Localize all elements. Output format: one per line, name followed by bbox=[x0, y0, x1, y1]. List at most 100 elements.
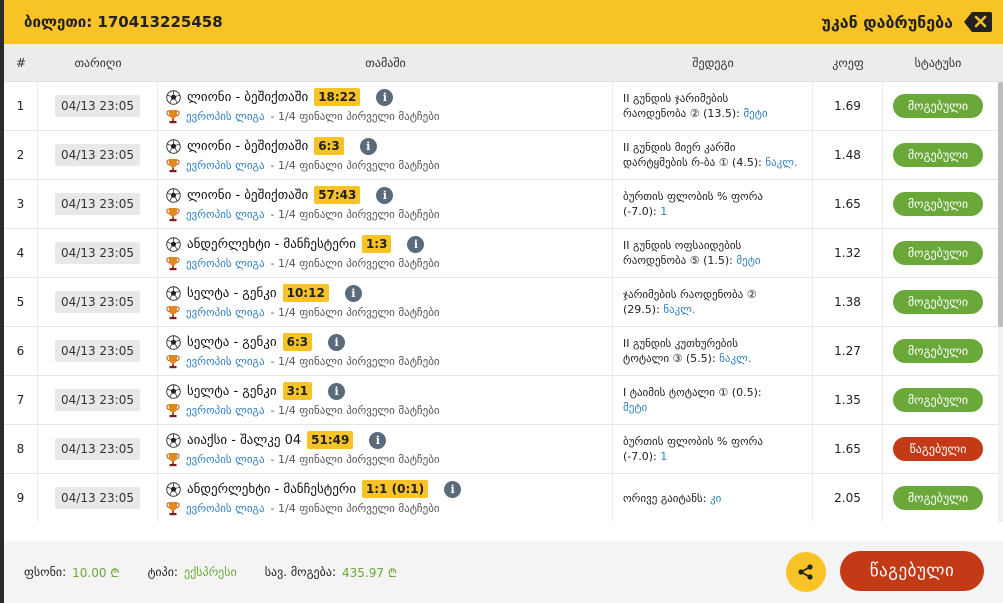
result-line-2: (-7.0): bbox=[623, 450, 657, 463]
league-stage: - 1/4 ფინალი პირველი მატჩები bbox=[270, 257, 440, 270]
final-status-badge: წაგებული bbox=[840, 551, 984, 591]
soccer-ball-icon bbox=[166, 334, 181, 350]
europa-league-cup-icon bbox=[166, 305, 180, 320]
scrollbar[interactable] bbox=[998, 82, 1003, 522]
league-link[interactable]: ევროპის ლიგა bbox=[186, 453, 265, 466]
status-badge: მოგებული bbox=[893, 192, 983, 216]
info-icon[interactable]: i bbox=[376, 186, 394, 204]
match-teams[interactable]: სელტა - გენკი bbox=[187, 384, 277, 399]
result-line-1: II გუნდის ოფსაიდების bbox=[623, 239, 742, 252]
row-game-cell: სელტა - გენკი 3:1 i ევროპის ლიგა - 1/4 ფინალ… bbox=[158, 376, 613, 424]
status-badge: წაგებული bbox=[893, 437, 983, 461]
league-stage: - 1/4 ფინალი პირველი მატჩები bbox=[270, 453, 440, 466]
row-coef: 1.35 bbox=[834, 393, 861, 407]
result-selection: ნაკლ. bbox=[663, 303, 696, 316]
match-teams[interactable]: ლიონი - ბეშიქთაში bbox=[187, 90, 308, 105]
info-icon[interactable]: i bbox=[407, 235, 425, 253]
scroll-thumb[interactable] bbox=[998, 82, 1003, 327]
row-date: 04/13 23:05 bbox=[55, 389, 140, 411]
match-score: 1:1 (0:1) bbox=[361, 480, 429, 498]
info-icon[interactable]: i bbox=[359, 137, 377, 155]
row-game-cell: სელტა - გენკი 10:12 i ევროპის ლიგა - 1/4 ფინ… bbox=[158, 278, 613, 326]
match-teams[interactable]: ლიონი - ბეშიქთაში bbox=[187, 139, 308, 154]
col-coef: კოეფ bbox=[832, 55, 864, 70]
row-date-cell: 04/13 23:05 bbox=[38, 376, 158, 424]
europa-league-cup-icon bbox=[166, 501, 180, 516]
row-game-cell: ლიონი - ბეშიქთაში 18:22 i ევროპის ლიგა - 1/4… bbox=[158, 82, 613, 130]
row-date-cell: 04/13 23:05 bbox=[38, 229, 158, 277]
row-date-cell: 04/13 23:05 bbox=[38, 180, 158, 228]
league-link[interactable]: ევროპის ლიგა bbox=[186, 355, 265, 368]
match-teams[interactable]: აიაქსი - შალკე 04 bbox=[187, 433, 301, 448]
info-icon[interactable]: i bbox=[328, 382, 346, 400]
league-link[interactable]: ევროპის ლიგა bbox=[186, 404, 265, 417]
status-badge: მოგებული bbox=[893, 339, 983, 363]
match-teams[interactable]: ლიონი - ბეშიქთაში bbox=[187, 188, 308, 203]
row-number-text: 8 bbox=[16, 442, 25, 456]
result-line-1: I ტაიმის ტოტალი ① (0.5): bbox=[623, 386, 762, 399]
row-status-cell: მოგებული bbox=[883, 278, 993, 326]
europa-league-cup-icon bbox=[166, 403, 180, 418]
league-link[interactable]: ევროპის ლიგა bbox=[186, 159, 265, 172]
row-result-cell: II გუნდის ოფსაიდების რაოდენობა ⑤ (1.5): მ… bbox=[613, 229, 813, 277]
row-number-text: 2 bbox=[16, 148, 25, 162]
europa-league-cup-icon bbox=[166, 158, 180, 173]
league-link[interactable]: ევროპის ლიგა bbox=[186, 208, 265, 221]
modal-header: ბილეთი: 170413225458 უკან დაბრუნება bbox=[4, 0, 1003, 44]
table-row: 6 04/13 23:05 სელტა - გენკი 6:3 i ევროპის ლიგ… bbox=[4, 327, 998, 376]
league-link[interactable]: ევროპის ლიგა bbox=[186, 306, 265, 319]
row-date-cell: 04/13 23:05 bbox=[38, 82, 158, 130]
row-coef-cell: 1.38 bbox=[813, 278, 883, 326]
info-icon[interactable]: i bbox=[344, 284, 362, 302]
result-line-1: ბურთის ფლობის % ფორა bbox=[623, 190, 764, 203]
row-number: 6 bbox=[4, 327, 38, 375]
europa-league-cup-icon bbox=[166, 109, 180, 124]
match-teams[interactable]: სელტა - გენკი bbox=[187, 335, 277, 350]
league-stage: - 1/4 ფინალი პირველი მატჩები bbox=[270, 208, 440, 221]
soccer-ball-icon bbox=[166, 432, 181, 448]
col-date: თარიღი bbox=[74, 55, 122, 70]
ticket-modal: ბილეთი: 170413225458 უკან დაბრუნება # თა… bbox=[4, 0, 1003, 603]
share-button[interactable] bbox=[786, 552, 826, 592]
row-result-cell: II გუნდის მიერ კარში დარტყმების რ-ბა ① (4… bbox=[613, 131, 813, 179]
soccer-ball-icon bbox=[166, 187, 181, 203]
close-x-icon[interactable] bbox=[963, 10, 993, 34]
soccer-ball-icon bbox=[166, 138, 181, 154]
match-teams[interactable]: ანდერლეხტი - მანჩესტერი bbox=[187, 482, 356, 497]
row-status-cell: მოგებული bbox=[883, 474, 993, 522]
row-result-cell: I ტაიმის ტოტალი ① (0.5): მეტი bbox=[613, 376, 813, 424]
row-coef-cell: 2.05 bbox=[813, 474, 883, 522]
info-icon[interactable]: i bbox=[444, 480, 462, 498]
result-selection: ნაკლ. bbox=[765, 156, 798, 169]
info-icon[interactable]: i bbox=[328, 333, 346, 351]
result-line-2: (29.5): bbox=[623, 303, 660, 316]
league-link[interactable]: ევროპის ლიგა bbox=[186, 257, 265, 270]
match-teams[interactable]: სელტა - გენკი bbox=[187, 286, 277, 301]
league-link[interactable]: ევროპის ლიგა bbox=[186, 110, 265, 123]
europa-league-cup-icon bbox=[166, 207, 180, 222]
col-result: შედეგი bbox=[692, 55, 734, 70]
row-number: 2 bbox=[4, 131, 38, 179]
table-row: 9 04/13 23:05 ანდერლეხტი - მანჩესტერი 1:1 (… bbox=[4, 474, 998, 522]
row-number: 8 bbox=[4, 425, 38, 473]
row-number: 9 bbox=[4, 474, 38, 522]
soccer-ball-icon bbox=[166, 236, 181, 252]
info-icon[interactable]: i bbox=[369, 431, 387, 449]
result-line-2: დარტყმების რ-ბა ① (4.5): bbox=[623, 156, 762, 169]
type-value: ექსპრესი bbox=[183, 565, 237, 579]
table-header: # თარიღი თამაში შედეგი კოეფ სტატუსი bbox=[4, 44, 1003, 82]
league-link[interactable]: ევროპის ლიგა bbox=[186, 502, 265, 515]
match-teams[interactable]: ანდერლეხტი - მანჩესტერი bbox=[187, 237, 356, 252]
row-number-text: 5 bbox=[16, 295, 25, 309]
status-badge: მოგებული bbox=[893, 241, 983, 265]
row-game-cell: ლიონი - ბეშიქთაში 6:3 i ევროპის ლიგა - 1/4 ფ… bbox=[158, 131, 613, 179]
row-result-cell: ორივე გაიტანს: კი bbox=[613, 474, 813, 522]
result-line-2: რაოდენობა ② (13.5): bbox=[623, 107, 740, 120]
back-button[interactable]: უკან დაბრუნება bbox=[821, 13, 953, 32]
table-row: 7 04/13 23:05 სელტა - გენკი 3:1 i ევროპის ლიგ… bbox=[4, 376, 998, 425]
match-score: 18:22 bbox=[314, 88, 361, 106]
match-score: 51:49 bbox=[307, 431, 354, 449]
result-line-1: II გუნდის მიერ კარში bbox=[623, 141, 736, 154]
info-icon[interactable]: i bbox=[376, 88, 394, 106]
row-coef: 1.69 bbox=[834, 99, 861, 113]
